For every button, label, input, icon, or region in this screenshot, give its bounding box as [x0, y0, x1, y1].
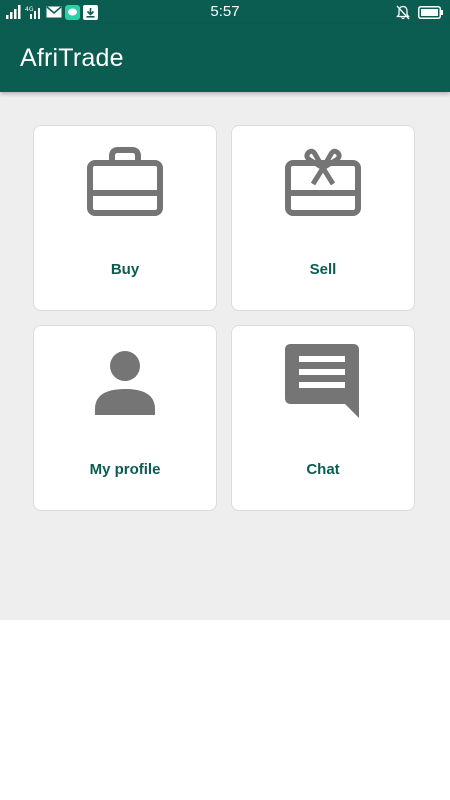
chat-bubble-icon [285, 344, 359, 418]
app-bar: AfriTrade [0, 24, 450, 92]
shopping-bag-icon [87, 147, 163, 216]
chat-label: Chat [306, 461, 340, 478]
silent-bell-icon [396, 5, 410, 19]
dashboard-grid: Buy Sell My profile Chat [0, 92, 450, 620]
app-title: AfriTrade [20, 44, 124, 72]
sell-label: Sell [309, 261, 337, 278]
person-icon [95, 351, 155, 415]
screen: 4G 5:57 AfriTrade Buy Sell My profile Ch… [0, 0, 450, 800]
status-icons-right [396, 4, 444, 20]
battery-icon [418, 5, 443, 19]
buy-card[interactable]: Buy [33, 125, 217, 311]
chat-card[interactable]: Chat [231, 325, 415, 511]
my-profile-label: My profile [89, 461, 161, 478]
my-profile-card[interactable]: My profile [33, 325, 217, 511]
status-bar: 4G 5:57 [0, 0, 450, 24]
buy-label: Buy [110, 261, 140, 278]
gift-card-icon [285, 148, 361, 216]
sell-card[interactable]: Sell [231, 125, 415, 311]
status-time: 5:57 [210, 3, 240, 20]
